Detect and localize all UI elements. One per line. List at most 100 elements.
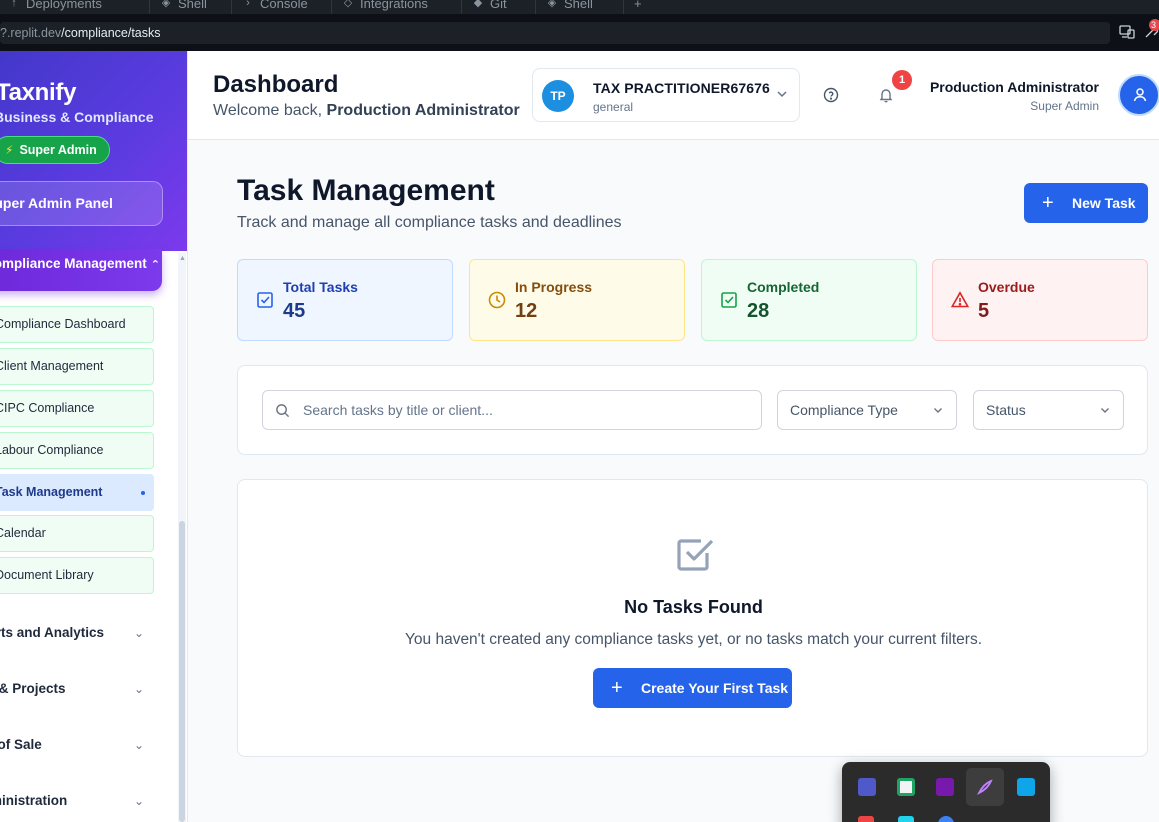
sidebar-item-calendar[interactable]: Calendar [0,515,154,552]
stat-card-in-progress: In Progress 12 [469,259,685,341]
rocket-icon: ↑ [11,0,17,9]
new-task-button[interactable]: + New Task [1024,183,1148,223]
browser-tab-bar: ↑ Deployments ◈ Shell › Console ◇ Integratio… [0,0,1159,14]
create-first-task-button[interactable]: + Create Your First Task [593,668,792,708]
sidebar-item-cipc-compliance[interactable]: CIPC Compliance [0,390,154,427]
status-select[interactable]: Status [973,390,1124,430]
sidebar-item-task-management[interactable]: Task Management [0,474,154,511]
shell-icon: ◈ [161,0,171,9]
chevron-down-icon [934,408,942,413]
role-pill: ⚡ Super Admin [0,136,110,164]
chevron-down-icon: ⌄ [133,626,144,640]
sidebar-item-labour-compliance[interactable]: Labour Compliance [0,432,154,469]
scroll-up-arrow-icon[interactable]: ▲ [179,255,186,262]
welcome-message: Welcome back, Production Administrator [213,102,520,119]
url-field[interactable]: ?.replit.dev/compliance/tasks [0,22,1110,44]
stat-label: In Progress [515,279,593,295]
filters-card: Compliance Type Status [237,365,1148,455]
devices-icon[interactable] [1119,25,1135,39]
chevron-down-icon: ⌄ [133,794,144,808]
help-icon[interactable] [823,87,839,103]
user-avatar[interactable] [1118,74,1159,116]
chevron-down-icon: ⌄ [133,682,144,696]
app-icon[interactable] [898,816,914,822]
super-admin-panel-button[interactable]: Super Admin Panel [0,181,163,226]
terminal-icon: › [246,0,250,9]
empty-state-card: No Tasks Found You haven't created any c… [237,479,1148,757]
brand-subtitle: Business & Compliance [0,109,154,125]
address-bar: ?.replit.dev/compliance/tasks 3 [0,14,1159,51]
plus-icon: + [1042,192,1054,214]
brand-name: Taxnify [0,79,77,106]
teams-app-icon[interactable] [858,778,876,796]
tab-console[interactable]: › Console [232,0,332,14]
app-icon[interactable] [858,816,874,822]
compliance-type-select[interactable]: Compliance Type [777,390,957,430]
tab-shell[interactable]: ◈ Shell [150,0,232,14]
sidebar-item-administration[interactable]: Administration⌄ [0,790,154,812]
user-role: Super Admin [1030,99,1099,113]
tab-integrations[interactable]: ◇ Integrations [332,0,462,14]
git-icon: ◆ [473,0,483,9]
plus-icon: + [611,677,623,699]
user-name: Production Administrator [929,79,1099,95]
bell-icon[interactable] [878,87,894,103]
practitioner-avatar: TP [542,80,574,112]
tab-shell-2[interactable]: ◈ Shell [536,0,624,14]
alert-triangle-icon [951,291,969,308]
search-box [262,390,762,430]
stat-card-total-tasks: Total Tasks 45 [237,259,453,341]
search-icon [276,404,290,418]
onenote-app-icon[interactable] [936,778,954,796]
sidebar: Taxnify Business & Compliance ⚡ Super Adm… [0,51,188,822]
feather-app-icon[interactable] [976,778,994,796]
practitioner-type: general [593,100,634,114]
empty-state-description: You haven't created any compliance tasks… [404,631,983,648]
new-tab-button[interactable]: + [624,0,660,14]
app-icon[interactable] [938,816,954,822]
page-title: Task Management [237,174,495,207]
stat-value: 5 [978,300,990,322]
windows-app-icon[interactable] [1017,778,1035,796]
chevron-up-icon: ⌃ [150,259,161,271]
lightning-icon: ⚡ [5,143,14,157]
stat-value: 28 [747,300,770,322]
page-header-title: Dashboard [213,71,339,98]
sidebar-header: Taxnify Business & Compliance ⚡ Super Adm… [0,51,187,251]
sidebar-item-bill-projects[interactable]: Bill & Projects⌄ [0,678,154,700]
sidebar-item-document-library[interactable]: Document Library [0,557,154,594]
empty-state-title: No Tasks Found [624,597,763,617]
sidebar-scrollbar-thumb[interactable] [179,521,185,822]
check-square-icon [677,539,714,571]
tab-git[interactable]: ◆ Git [462,0,536,14]
chevron-down-icon: ⌄ [133,738,144,752]
sidebar-item-reports-analytics[interactable]: Reports and Analytics⌄ [0,622,154,644]
drive-app-icon[interactable] [897,778,915,796]
search-input[interactable] [303,391,753,429]
notification-badge: 1 [892,70,912,90]
shell-icon: ◈ [547,0,557,9]
compliance-management-toggle[interactable]: Compliance Management ⌃ [0,249,162,291]
checkbox-icon [257,292,273,308]
check-square-icon [721,292,737,308]
stat-label: Overdue [978,279,1035,295]
stat-value: 45 [283,300,306,322]
practitioner-switcher[interactable]: TP TAX PRACTITIONER67676 general [532,68,800,122]
sidebar-item-client-management[interactable]: Client Management [0,348,154,385]
clock-icon [488,291,506,309]
tab-deployments[interactable]: ↑ Deployments [0,0,150,14]
stat-label: Completed [747,279,820,295]
active-indicator [141,491,145,495]
layers-icon: ◇ [343,0,353,9]
main-content: Task Management Track and manage all com… [188,140,1159,822]
plus-icon: + [634,0,642,11]
practitioner-name: TAX PRACTITIONER67676 [593,80,770,96]
chevron-down-icon [1101,408,1109,413]
extension-badge: 3 [1149,19,1159,31]
taskbar-flyout [842,762,1050,822]
sidebar-item-point-of-sale[interactable]: Point of Sale⌄ [0,734,154,756]
page-subtitle: Track and manage all compliance tasks an… [237,214,622,231]
sidebar-item-compliance-dashboard[interactable]: Compliance Dashboard [0,306,154,343]
user-icon [1133,88,1147,102]
stat-label: Total Tasks [283,279,358,295]
